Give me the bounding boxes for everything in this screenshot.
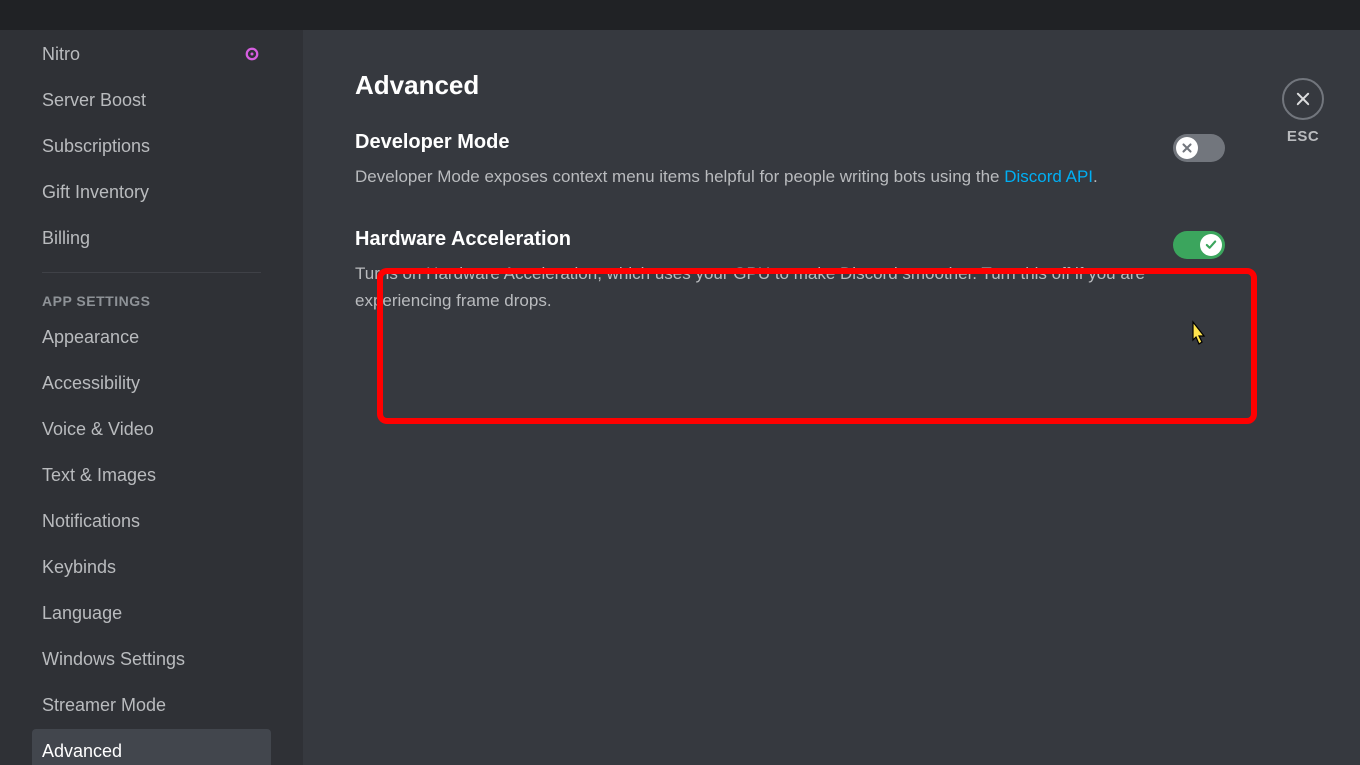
- discord-api-link[interactable]: Discord API: [1004, 167, 1093, 186]
- sidebar-item-label: Billing: [42, 224, 90, 252]
- sidebar-item-nitro[interactable]: Nitro: [32, 32, 271, 76]
- sidebar-item-appearance[interactable]: Appearance: [32, 315, 271, 359]
- nitro-badge-icon: [243, 45, 261, 63]
- sidebar-divider: [42, 272, 261, 273]
- description-text-post: .: [1093, 167, 1098, 186]
- sidebar-item-windows-settings[interactable]: Windows Settings: [32, 637, 271, 681]
- sidebar-item-label: Accessibility: [42, 369, 140, 397]
- toggle-hardware-acceleration[interactable]: [1173, 231, 1225, 259]
- sidebar-item-text-images[interactable]: Text & Images: [32, 453, 271, 497]
- sidebar-item-advanced[interactable]: Advanced: [32, 729, 271, 765]
- sidebar-item-label: Gift Inventory: [42, 178, 149, 206]
- close-label: ESC: [1282, 128, 1324, 145]
- sidebar-item-voice-video[interactable]: Voice & Video: [32, 407, 271, 451]
- sidebar-item-label: Language: [42, 599, 122, 627]
- settings-sidebar: Nitro Server Boost Subscriptions Gift In…: [0, 30, 303, 765]
- toggle-developer-mode[interactable]: [1173, 134, 1225, 162]
- sidebar-item-notifications[interactable]: Notifications: [32, 499, 271, 543]
- sidebar-item-accessibility[interactable]: Accessibility: [32, 361, 271, 405]
- toggle-knob-icon: [1176, 137, 1198, 159]
- sidebar-item-streamer-mode[interactable]: Streamer Mode: [32, 683, 271, 727]
- sidebar-item-gift-inventory[interactable]: Gift Inventory: [32, 170, 271, 214]
- setting-description-hardware-acceleration: Turns on Hardware Acceleration, which us…: [355, 261, 1225, 314]
- sidebar-item-server-boost[interactable]: Server Boost: [32, 78, 271, 122]
- setting-developer-mode: Developer Mode Developer Mode exposes co…: [355, 131, 1225, 190]
- sidebar-item-label: Streamer Mode: [42, 691, 166, 719]
- sidebar-item-label: Text & Images: [42, 461, 156, 489]
- sidebar-item-billing[interactable]: Billing: [32, 216, 271, 260]
- cursor-pointer-icon: [1185, 320, 1209, 354]
- sidebar-item-label: Appearance: [42, 323, 139, 351]
- settings-content: Advanced Developer Mode Developer Mode e…: [303, 30, 1360, 765]
- sidebar-item-label: Subscriptions: [42, 132, 150, 160]
- sidebar-item-label: Notifications: [42, 507, 140, 535]
- close-container: ESC: [1282, 78, 1324, 145]
- sidebar-item-label: Server Boost: [42, 86, 146, 114]
- title-bar: [0, 0, 1360, 30]
- close-icon: [1294, 90, 1312, 108]
- setting-hardware-acceleration: Hardware Acceleration Turns on Hardware …: [355, 218, 1225, 314]
- sidebar-item-subscriptions[interactable]: Subscriptions: [32, 124, 271, 168]
- close-button[interactable]: [1282, 78, 1324, 120]
- sidebar-item-label: Voice & Video: [42, 415, 154, 443]
- description-text-pre: Developer Mode exposes context menu item…: [355, 167, 1004, 186]
- sidebar-item-label: Keybinds: [42, 553, 116, 581]
- sidebar-item-language[interactable]: Language: [32, 591, 271, 635]
- sidebar-item-label: Advanced: [42, 737, 122, 765]
- setting-description-developer-mode: Developer Mode exposes context menu item…: [355, 164, 1225, 190]
- setting-title-developer-mode: Developer Mode: [355, 131, 1143, 154]
- sidebar-header-app-settings: App Settings: [32, 285, 271, 313]
- setting-title-hardware-acceleration: Hardware Acceleration: [355, 228, 1143, 251]
- sidebar-item-label: Nitro: [42, 40, 80, 68]
- page-title: Advanced: [355, 70, 1225, 101]
- sidebar-item-label: Windows Settings: [42, 645, 185, 673]
- toggle-knob-icon: [1200, 234, 1222, 256]
- sidebar-item-keybinds[interactable]: Keybinds: [32, 545, 271, 589]
